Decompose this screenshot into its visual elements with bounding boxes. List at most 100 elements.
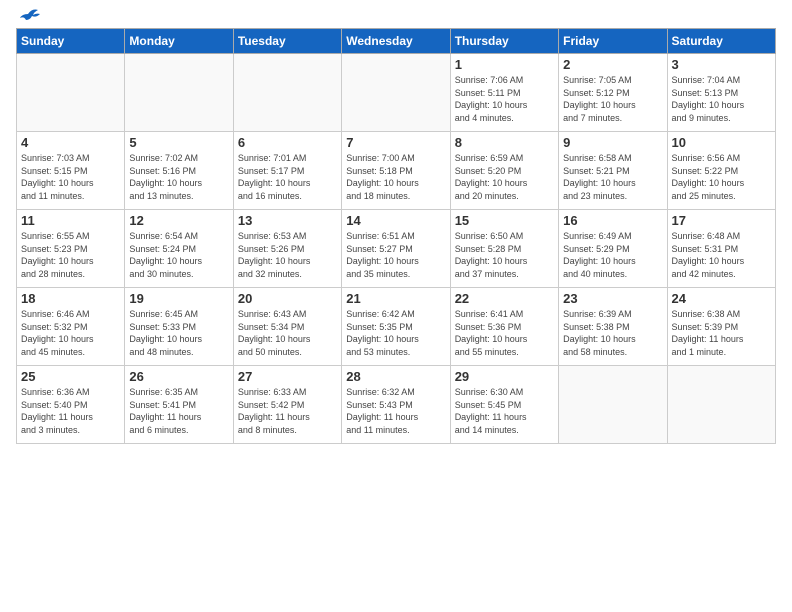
cell-day-number: 8	[455, 135, 554, 150]
cell-day-number: 1	[455, 57, 554, 72]
logo	[16, 12, 40, 20]
calendar-cell: 5Sunrise: 7:02 AMSunset: 5:16 PMDaylight…	[125, 132, 233, 210]
cell-day-number: 16	[563, 213, 662, 228]
header	[16, 12, 776, 20]
calendar-week-row: 1 Sunrise: 7:06 AMSunset: 5:11 PMDaylight…	[17, 54, 776, 132]
calendar-cell	[125, 54, 233, 132]
cell-day-number: 27	[238, 369, 337, 384]
calendar-cell: 14 Sunrise: 6:51 AMSunset: 5:27 PMDayligh…	[342, 210, 450, 288]
cell-day-number: 14	[346, 213, 445, 228]
calendar-header-saturday: Saturday	[667, 29, 775, 54]
cell-day-number: 10	[672, 135, 771, 150]
cell-day-number: 6	[238, 135, 337, 150]
cell-info: Sunrise: 6:30 AMSunset: 5:45 PMDaylight:…	[455, 386, 554, 436]
calendar-cell: 26 Sunrise: 6:35 AMSunset: 5:41 PMDayligh…	[125, 366, 233, 444]
cell-day-number: 29	[455, 369, 554, 384]
cell-info: Sunrise: 6:35 AMSunset: 5:41 PMDaylight:…	[129, 386, 228, 436]
calendar-cell	[667, 366, 775, 444]
calendar-cell	[342, 54, 450, 132]
cell-info: Sunrise: 6:45 AMSunset: 5:33 PMDaylight:…	[129, 308, 228, 358]
calendar-cell: 8 Sunrise: 6:59 AMSunset: 5:20 PMDaylight…	[450, 132, 558, 210]
calendar-header-sunday: Sunday	[17, 29, 125, 54]
cell-info: Sunrise: 7:03 AMSunset: 5:15 PMDaylight:…	[21, 152, 120, 202]
cell-info: Sunrise: 6:33 AMSunset: 5:42 PMDaylight:…	[238, 386, 337, 436]
calendar-cell: 23 Sunrise: 6:39 AMSunset: 5:38 PMDayligh…	[559, 288, 667, 366]
cell-day-number: 11	[21, 213, 120, 228]
cell-info: Sunrise: 6:38 AMSunset: 5:39 PMDaylight:…	[672, 308, 771, 358]
cell-day-number: 20	[238, 291, 337, 306]
cell-info: Sunrise: 6:32 AMSunset: 5:43 PMDaylight:…	[346, 386, 445, 436]
calendar-week-row: 4Sunrise: 7:03 AMSunset: 5:15 PMDaylight…	[17, 132, 776, 210]
cell-info: Sunrise: 6:49 AMSunset: 5:29 PMDaylight:…	[563, 230, 662, 280]
calendar-cell: 24 Sunrise: 6:38 AMSunset: 5:39 PMDayligh…	[667, 288, 775, 366]
calendar-week-row: 11 Sunrise: 6:55 AMSunset: 5:23 PMDayligh…	[17, 210, 776, 288]
cell-day-number: 21	[346, 291, 445, 306]
calendar-cell: 13 Sunrise: 6:53 AMSunset: 5:26 PMDayligh…	[233, 210, 341, 288]
cell-info: Sunrise: 7:05 AMSunset: 5:12 PMDaylight:…	[563, 74, 662, 124]
cell-day-number: 19	[129, 291, 228, 306]
cell-info: Sunrise: 7:01 AMSunset: 5:17 PMDaylight:…	[238, 152, 337, 202]
cell-info: Sunrise: 6:55 AMSunset: 5:23 PMDaylight:…	[21, 230, 120, 280]
calendar-cell: 20 Sunrise: 6:43 AMSunset: 5:34 PMDayligh…	[233, 288, 341, 366]
cell-day-number: 13	[238, 213, 337, 228]
cell-day-number: 24	[672, 291, 771, 306]
calendar-cell: 9 Sunrise: 6:58 AMSunset: 5:21 PMDaylight…	[559, 132, 667, 210]
cell-day-number: 23	[563, 291, 662, 306]
calendar-cell	[559, 366, 667, 444]
page: SundayMondayTuesdayWednesdayThursdayFrid…	[0, 0, 792, 612]
cell-info: Sunrise: 6:59 AMSunset: 5:20 PMDaylight:…	[455, 152, 554, 202]
calendar-cell: 3 Sunrise: 7:04 AMSunset: 5:13 PMDaylight…	[667, 54, 775, 132]
cell-info: Sunrise: 6:56 AMSunset: 5:22 PMDaylight:…	[672, 152, 771, 202]
cell-info: Sunrise: 7:04 AMSunset: 5:13 PMDaylight:…	[672, 74, 771, 124]
calendar-cell: 15 Sunrise: 6:50 AMSunset: 5:28 PMDayligh…	[450, 210, 558, 288]
calendar-cell: 10 Sunrise: 6:56 AMSunset: 5:22 PMDayligh…	[667, 132, 775, 210]
calendar-cell	[233, 54, 341, 132]
cell-day-number: 18	[21, 291, 120, 306]
calendar-cell: 22 Sunrise: 6:41 AMSunset: 5:36 PMDayligh…	[450, 288, 558, 366]
cell-info: Sunrise: 7:02 AMSunset: 5:16 PMDaylight:…	[129, 152, 228, 202]
cell-info: Sunrise: 6:36 AMSunset: 5:40 PMDaylight:…	[21, 386, 120, 436]
calendar-cell: 18 Sunrise: 6:46 AMSunset: 5:32 PMDayligh…	[17, 288, 125, 366]
cell-info: Sunrise: 6:41 AMSunset: 5:36 PMDaylight:…	[455, 308, 554, 358]
calendar-header-friday: Friday	[559, 29, 667, 54]
cell-info: Sunrise: 7:06 AMSunset: 5:11 PMDaylight:…	[455, 74, 554, 124]
calendar-cell	[17, 54, 125, 132]
cell-info: Sunrise: 6:39 AMSunset: 5:38 PMDaylight:…	[563, 308, 662, 358]
calendar-cell: 11 Sunrise: 6:55 AMSunset: 5:23 PMDayligh…	[17, 210, 125, 288]
calendar-header-wednesday: Wednesday	[342, 29, 450, 54]
calendar-cell: 2 Sunrise: 7:05 AMSunset: 5:12 PMDaylight…	[559, 54, 667, 132]
cell-day-number: 22	[455, 291, 554, 306]
calendar-cell: 4Sunrise: 7:03 AMSunset: 5:15 PMDaylight…	[17, 132, 125, 210]
calendar-week-row: 18 Sunrise: 6:46 AMSunset: 5:32 PMDayligh…	[17, 288, 776, 366]
cell-info: Sunrise: 6:46 AMSunset: 5:32 PMDaylight:…	[21, 308, 120, 358]
calendar-table: SundayMondayTuesdayWednesdayThursdayFrid…	[16, 28, 776, 444]
calendar-cell: 19 Sunrise: 6:45 AMSunset: 5:33 PMDayligh…	[125, 288, 233, 366]
cell-day-number: 7	[346, 135, 445, 150]
cell-info: Sunrise: 6:51 AMSunset: 5:27 PMDaylight:…	[346, 230, 445, 280]
cell-info: Sunrise: 6:43 AMSunset: 5:34 PMDaylight:…	[238, 308, 337, 358]
calendar-week-row: 25 Sunrise: 6:36 AMSunset: 5:40 PMDayligh…	[17, 366, 776, 444]
cell-info: Sunrise: 6:50 AMSunset: 5:28 PMDaylight:…	[455, 230, 554, 280]
calendar-cell: 1 Sunrise: 7:06 AMSunset: 5:11 PMDaylight…	[450, 54, 558, 132]
calendar-cell: 29 Sunrise: 6:30 AMSunset: 5:45 PMDayligh…	[450, 366, 558, 444]
cell-day-number: 12	[129, 213, 228, 228]
cell-info: Sunrise: 6:58 AMSunset: 5:21 PMDaylight:…	[563, 152, 662, 202]
calendar-cell: 16 Sunrise: 6:49 AMSunset: 5:29 PMDayligh…	[559, 210, 667, 288]
calendar-header-tuesday: Tuesday	[233, 29, 341, 54]
cell-day-number: 25	[21, 369, 120, 384]
cell-info: Sunrise: 7:00 AMSunset: 5:18 PMDaylight:…	[346, 152, 445, 202]
cell-info: Sunrise: 6:54 AMSunset: 5:24 PMDaylight:…	[129, 230, 228, 280]
calendar-cell: 17Sunrise: 6:48 AMSunset: 5:31 PMDayligh…	[667, 210, 775, 288]
calendar-header-thursday: Thursday	[450, 29, 558, 54]
cell-day-number: 15	[455, 213, 554, 228]
cell-day-number: 2	[563, 57, 662, 72]
cell-info: Sunrise: 6:53 AMSunset: 5:26 PMDaylight:…	[238, 230, 337, 280]
cell-day-number: 28	[346, 369, 445, 384]
cell-info: Sunrise: 6:42 AMSunset: 5:35 PMDaylight:…	[346, 308, 445, 358]
cell-day-number: 3	[672, 57, 771, 72]
calendar-header-monday: Monday	[125, 29, 233, 54]
calendar-cell: 7 Sunrise: 7:00 AMSunset: 5:18 PMDaylight…	[342, 132, 450, 210]
cell-day-number: 26	[129, 369, 228, 384]
cell-info: Sunrise: 6:48 AMSunset: 5:31 PMDaylight:…	[672, 230, 771, 280]
cell-day-number: 9	[563, 135, 662, 150]
